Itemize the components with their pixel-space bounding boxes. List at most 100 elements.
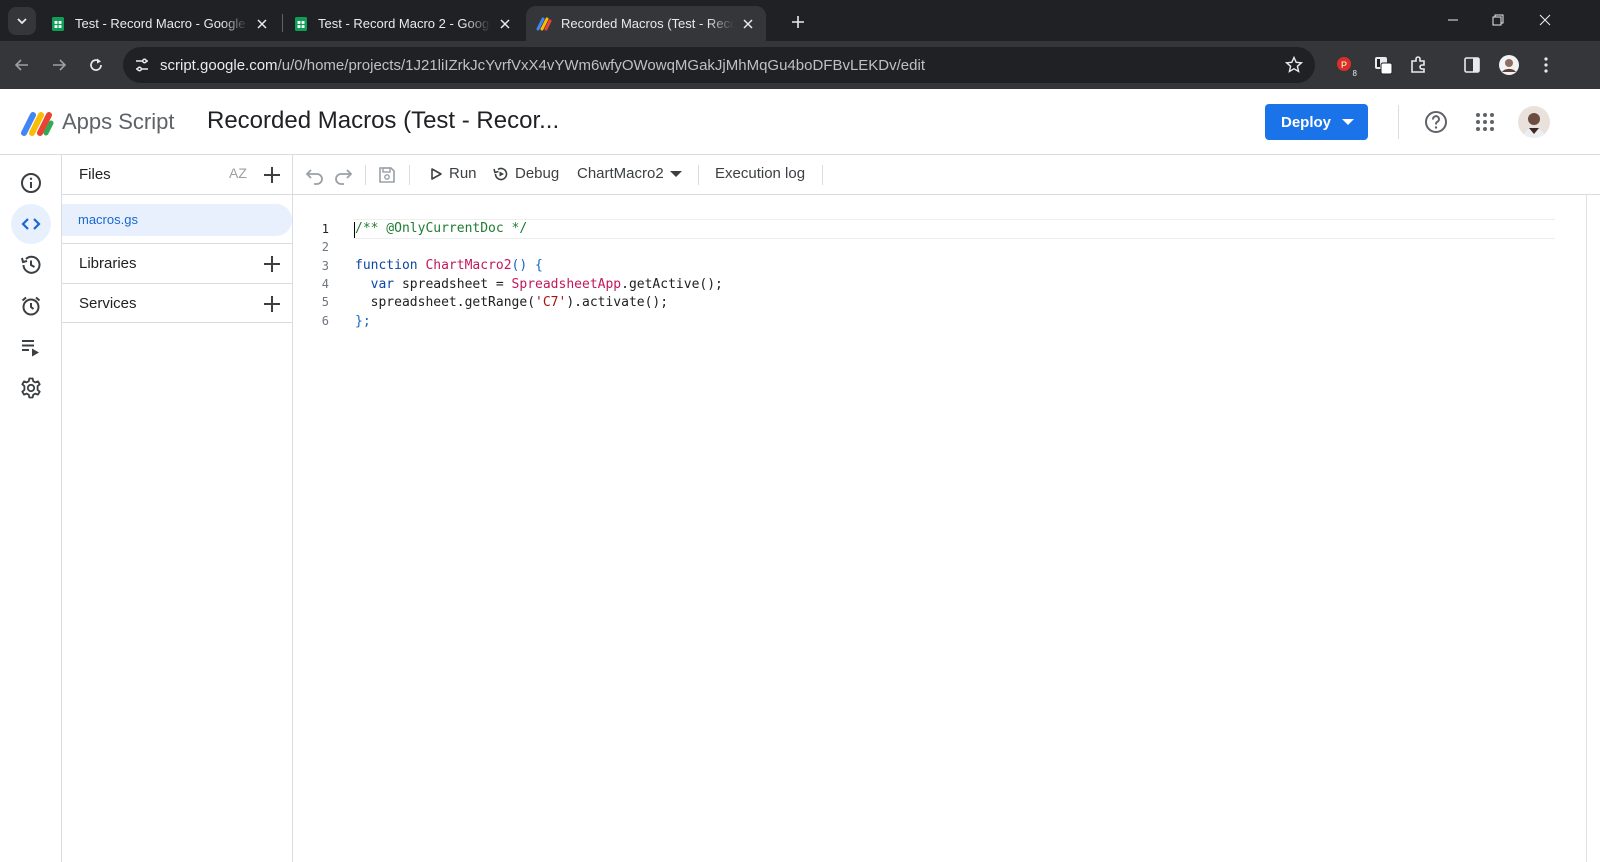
deploy-button[interactable]: Deploy	[1265, 104, 1368, 140]
code-icon	[21, 218, 41, 230]
bookmark-star-icon[interactable]	[1285, 56, 1303, 74]
more-vert-icon	[1544, 57, 1548, 73]
svg-text:P: P	[1341, 60, 1347, 70]
browser-menu-button[interactable]	[1534, 53, 1558, 77]
rail-editor[interactable]	[11, 204, 51, 244]
account-avatar[interactable]	[1518, 106, 1550, 138]
tab-title: Test - Record Macro 2 - Google Sheets	[318, 16, 491, 31]
file-item-macros[interactable]: macros.gs	[62, 204, 292, 236]
project-title[interactable]: Recorded Macros (Test - Recor...	[207, 107, 559, 135]
rail-triggers[interactable]	[11, 286, 51, 326]
restore-button[interactable]	[1475, 0, 1521, 40]
restore-icon	[1492, 14, 1504, 26]
toolbar-divider	[822, 165, 823, 185]
apps-script-logo-icon[interactable]	[20, 107, 54, 137]
line-number: 6	[321, 314, 329, 328]
code-line-4: var spreadsheet = SpreadsheetApp.getActi…	[355, 277, 723, 292]
editor-scrollbar[interactable]	[1586, 195, 1600, 862]
debug-button[interactable]: Debug	[493, 165, 559, 182]
editor-toolbar: Run Debug ChartMacro2 Execution log	[293, 155, 1600, 195]
forward-button[interactable]	[47, 53, 71, 77]
code-string: 'C7'	[535, 295, 567, 310]
extension-badge: 8	[1352, 69, 1357, 78]
close-icon[interactable]	[740, 16, 756, 32]
text-cursor	[354, 222, 355, 238]
site-info-icon[interactable]	[133, 56, 151, 74]
extension-pdf-button[interactable]: P 8	[1333, 53, 1357, 78]
rail-executions[interactable]	[11, 327, 51, 367]
alarm-clock-icon	[21, 296, 41, 316]
extensions-menu-button[interactable]	[1406, 53, 1430, 77]
debug-icon	[493, 167, 508, 180]
apps-script-header: Apps Script Recorded Macros (Test - Reco…	[0, 89, 1600, 155]
line-number: 2	[321, 240, 329, 254]
new-tab-button[interactable]	[786, 10, 810, 34]
toolbar-divider	[365, 165, 366, 185]
save-icon[interactable]	[377, 165, 397, 185]
close-window-button[interactable]	[1522, 0, 1568, 40]
code-punctuation: () {	[511, 258, 543, 273]
debug-label: Debug	[515, 165, 560, 182]
redo-icon[interactable]	[333, 165, 353, 185]
browser-tab-1[interactable]: Test - Record Macro - Google Sheets	[40, 6, 280, 41]
google-apps-icon[interactable]	[1473, 110, 1497, 134]
execution-log-button[interactable]: Execution log	[715, 165, 805, 182]
rail-overview[interactable]	[11, 163, 51, 203]
side-panel-button[interactable]	[1460, 53, 1484, 77]
rail-history[interactable]	[11, 245, 51, 285]
browser-tab-3-active[interactable]: Recorded Macros (Test - Record Macro)	[526, 6, 766, 41]
add-library-icon[interactable]	[262, 254, 282, 274]
sort-az-button[interactable]: AZ	[229, 165, 247, 181]
files-panel: Files AZ macros.gs Libraries Services	[62, 155, 293, 862]
browser-tab-2[interactable]: Test - Record Macro 2 - Google Sheets	[283, 6, 523, 41]
code-class-name: SpreadsheetApp	[511, 277, 622, 292]
sheets-icon	[52, 16, 64, 31]
history-icon	[21, 255, 41, 274]
product-name: Apps Script	[62, 109, 175, 134]
url-host: script.google.com	[160, 56, 278, 74]
address-bar[interactable]: script.google.com/u/0/home/projects/1J21…	[123, 47, 1315, 83]
add-service-icon[interactable]	[262, 294, 282, 314]
browser-toolbar: script.google.com/u/0/home/projects/1J21…	[0, 41, 1600, 89]
function-select[interactable]: ChartMacro2	[577, 165, 682, 182]
minimize-button[interactable]	[1430, 0, 1476, 40]
rail-settings[interactable]	[11, 368, 51, 408]
back-button[interactable]	[10, 53, 34, 77]
close-icon	[1539, 14, 1551, 26]
extension-button[interactable]	[1371, 53, 1395, 77]
toolbar-divider	[409, 165, 410, 185]
code-line-3: function ChartMacro2() {	[355, 258, 543, 273]
code-method-call: .getActive();	[621, 277, 723, 292]
arrow-left-icon	[14, 59, 28, 71]
file-name: macros.gs	[78, 212, 138, 227]
code-editor[interactable]: 1 2 3 4 5 6 /** @OnlyCurrentDoc */ funct…	[293, 195, 1600, 862]
run-label: Run	[449, 165, 477, 182]
close-icon[interactable]	[497, 16, 513, 32]
deploy-label: Deploy	[1281, 113, 1332, 131]
caret-down-icon	[669, 170, 682, 177]
tab-search-button[interactable]	[8, 7, 36, 35]
function-select-value: ChartMacro2	[577, 165, 664, 182]
run-button[interactable]: Run	[429, 165, 477, 182]
side-panel-icon	[1464, 57, 1480, 73]
url-text: script.google.com/u/0/home/projects/1J21…	[160, 57, 925, 74]
services-section[interactable]: Services	[62, 283, 292, 323]
undo-icon[interactable]	[305, 165, 325, 185]
line-number: 4	[321, 277, 329, 291]
play-icon	[431, 167, 442, 180]
navigation-rail	[0, 155, 62, 862]
add-file-icon[interactable]	[262, 165, 282, 185]
code-line-6: };	[355, 314, 371, 329]
browser-tab-strip: Test - Record Macro - Google Sheets Test…	[0, 0, 1600, 41]
profile-button[interactable]	[1497, 53, 1521, 77]
sheets-icon	[295, 16, 307, 31]
tab-title: Recorded Macros (Test - Record Macro)	[561, 16, 734, 31]
code-variable: spreadsheet =	[394, 277, 512, 292]
line-number: 5	[321, 295, 329, 309]
puzzle-icon	[1411, 56, 1425, 73]
reload-button[interactable]	[84, 53, 108, 77]
help-icon[interactable]	[1424, 110, 1448, 134]
close-icon[interactable]	[254, 16, 270, 32]
execution-log-label: Execution log	[715, 165, 806, 182]
libraries-section[interactable]: Libraries	[62, 243, 292, 283]
